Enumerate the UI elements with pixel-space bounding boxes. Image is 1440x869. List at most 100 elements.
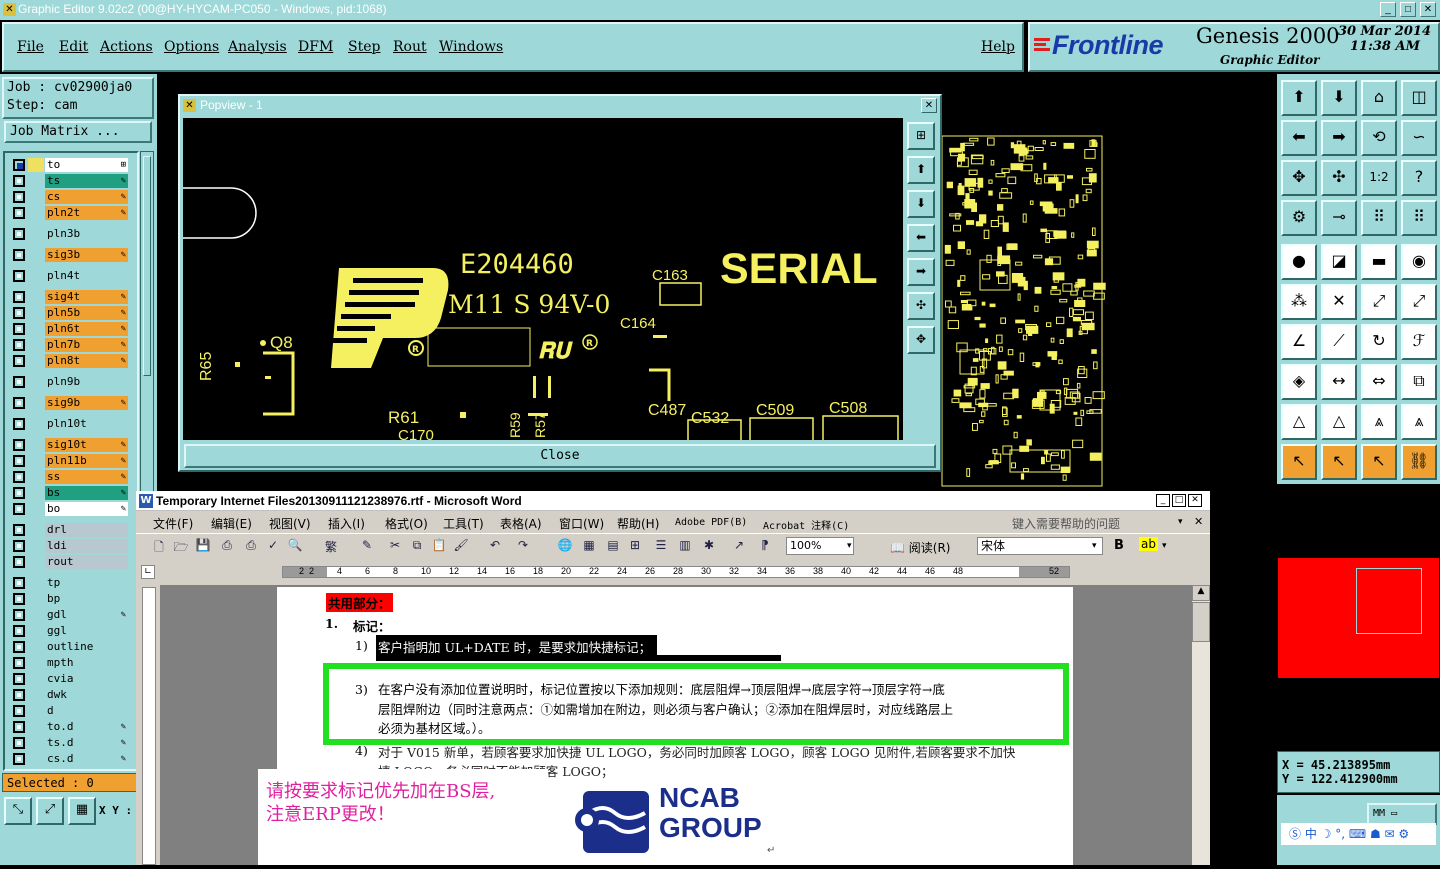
- save-icon[interactable]: 💾: [194, 538, 212, 552]
- columns-icon[interactable]: ☰: [652, 538, 670, 552]
- layer-name[interactable]: d: [45, 704, 128, 718]
- layer-checkbox[interactable]: [13, 503, 25, 515]
- layer-name[interactable]: sig4t ✎: [45, 290, 128, 304]
- layer-name[interactable]: bo ✎: [45, 502, 128, 516]
- word-help-box[interactable]: 键入需要帮助的问题: [1012, 515, 1120, 532]
- menu-rout[interactable]: Rout: [393, 39, 427, 55]
- layer-checkbox[interactable]: [13, 228, 25, 240]
- arc-red-icon[interactable]: ◪: [1321, 244, 1357, 280]
- layer-name[interactable]: sig10t ✎: [45, 438, 128, 452]
- highlight-arrow-icon[interactable]: ▾: [1162, 541, 1167, 551]
- layer-name[interactable]: outline: [45, 640, 128, 654]
- word-scrollbar[interactable]: ▲: [1192, 585, 1210, 865]
- paste-icon[interactable]: 📋: [430, 538, 448, 552]
- menu-windows[interactable]: Windows: [439, 39, 503, 55]
- layer-row-dwk[interactable]: dwk: [10, 688, 128, 702]
- swap-icon[interactable]: ⟲: [1361, 120, 1397, 156]
- layer-checkbox[interactable]: [13, 175, 25, 187]
- layer-row-pln4t[interactable]: pln4t: [10, 269, 128, 283]
- open-icon[interactable]: 🗁: [172, 538, 190, 559]
- line-node-2-icon[interactable]: ⤢: [1401, 284, 1437, 320]
- bold-button[interactable]: B: [1114, 538, 1124, 553]
- ime-toolbar[interactable]: Ⓢ 中 ☽ °, ⌨ ☗ ✉ ⚙: [1281, 823, 1436, 845]
- layer-name[interactable]: pln3b: [45, 227, 128, 241]
- layer-row-to-d[interactable]: to.d ✎: [10, 720, 128, 734]
- layer-checkbox[interactable]: [13, 455, 25, 467]
- tab-selector[interactable]: ∟: [141, 565, 155, 579]
- layer-checkbox[interactable]: [13, 471, 25, 483]
- layer-row-bo[interactable]: bo ✎: [10, 502, 128, 516]
- layer-row-sig9b[interactable]: sig9b ✎: [10, 396, 128, 410]
- layer-checkbox[interactable]: [13, 159, 25, 171]
- home-up-icon[interactable]: ⬆: [1281, 80, 1317, 116]
- layer-checkbox[interactable]: [13, 721, 25, 733]
- select-frame-icon[interactable]: ↖: [1361, 444, 1397, 480]
- layer-checkbox[interactable]: [13, 439, 25, 451]
- window-split-icon[interactable]: ◫: [1401, 80, 1437, 116]
- move-icon[interactable]: ◈: [1281, 364, 1317, 400]
- ruler-icon[interactable]: ▬: [1361, 244, 1397, 280]
- layer-name[interactable]: mpth: [45, 656, 128, 670]
- layer-name[interactable]: pln7b ✎: [45, 338, 128, 352]
- measure-icon[interactable]: ⤢: [36, 797, 64, 825]
- select-net-icon[interactable]: ⛓: [1401, 444, 1437, 480]
- document-map-icon[interactable]: ✱: [700, 538, 718, 552]
- layer-checkbox[interactable]: [13, 291, 25, 303]
- zoom-area-icon[interactable]: ⤡: [4, 797, 32, 825]
- zoom-select[interactable]: 100%: [786, 537, 854, 555]
- layer-row-d[interactable]: d: [10, 704, 128, 718]
- layer-checkbox[interactable]: [13, 673, 25, 685]
- pcb-canvas[interactable]: [940, 130, 1278, 490]
- layer-checkbox[interactable]: [13, 593, 25, 605]
- layer-checkbox[interactable]: [13, 753, 25, 765]
- layer-name[interactable]: to ⊞: [45, 158, 128, 172]
- layer-row-cs-d[interactable]: cs.d ✎: [10, 752, 128, 766]
- highlight-icon[interactable]: ab: [1139, 537, 1158, 551]
- layer-name[interactable]: pln2t ✎: [45, 206, 128, 220]
- layer-row-outline[interactable]: outline: [10, 640, 128, 654]
- popview-canvas[interactable]: R E204460 M11 S 94V-0 SERIAL C163 C164 𝐑…: [183, 118, 903, 440]
- layer-name[interactable]: tp: [45, 576, 128, 590]
- layer-row-tp[interactable]: tp: [10, 576, 128, 590]
- menu-dfm[interactable]: DFM: [298, 39, 333, 55]
- excel-icon[interactable]: ⊞: [626, 538, 644, 552]
- zoom-fit-icon[interactable]: ✥: [1281, 160, 1317, 196]
- layer-row-ss[interactable]: ss ✎: [10, 470, 128, 484]
- menu-actions[interactable]: Actions: [100, 39, 153, 55]
- layer-row-ggl[interactable]: ggl: [10, 624, 128, 638]
- layer-name[interactable]: cs.d ✎: [45, 752, 128, 766]
- layer-row-rout[interactable]: rout: [10, 555, 128, 569]
- format-painter-icon[interactable]: 🖌: [452, 538, 470, 552]
- point-icon[interactable]: ●: [1281, 244, 1317, 280]
- layer-name[interactable]: dwk: [45, 688, 128, 702]
- angle-icon[interactable]: ∠: [1281, 324, 1317, 360]
- layer-checkbox[interactable]: [13, 355, 25, 367]
- layer-checkbox[interactable]: [13, 705, 25, 717]
- tables-icon[interactable]: ▦: [580, 538, 598, 552]
- word-doc-close-icon[interactable]: ✕: [1194, 515, 1203, 528]
- popview-close-button[interactable]: Close: [184, 444, 936, 468]
- vertical-ruler[interactable]: [142, 587, 156, 865]
- layer-row-mpth[interactable]: mpth: [10, 656, 128, 670]
- layer-row-pln11b[interactable]: pln11b ✎: [10, 454, 128, 468]
- triangle-icon[interactable]: △: [1281, 404, 1317, 440]
- layer-checkbox[interactable]: [13, 207, 25, 219]
- redo-icon[interactable]: ↷: [514, 538, 532, 552]
- layer-checkbox[interactable]: [13, 376, 25, 388]
- triangle-2-icon[interactable]: △: [1321, 404, 1357, 440]
- reading-button[interactable]: 📖 阅读(R): [890, 539, 950, 556]
- grid-red-icon[interactable]: ⠿: [1361, 200, 1397, 236]
- layer-checkbox[interactable]: [13, 339, 25, 351]
- arch-icon[interactable]: ⩓: [1361, 404, 1397, 440]
- select-box-icon[interactable]: ↖: [1321, 444, 1357, 480]
- word-close-icon[interactable]: ✕: [1188, 494, 1202, 507]
- close-icon[interactable]: ✕: [1420, 2, 1436, 17]
- layer-name[interactable]: ts.d ✎: [45, 736, 128, 750]
- traditional-icon[interactable]: 繁: [322, 538, 340, 555]
- layer-checkbox[interactable]: [13, 689, 25, 701]
- arrow-left-icon[interactable]: ⬅: [1281, 120, 1317, 156]
- drawing-icon[interactable]: ▥: [676, 538, 694, 552]
- layer-checkbox[interactable]: [13, 641, 25, 653]
- layer-checkbox[interactable]: [13, 270, 25, 282]
- layer-checkbox[interactable]: [13, 625, 25, 637]
